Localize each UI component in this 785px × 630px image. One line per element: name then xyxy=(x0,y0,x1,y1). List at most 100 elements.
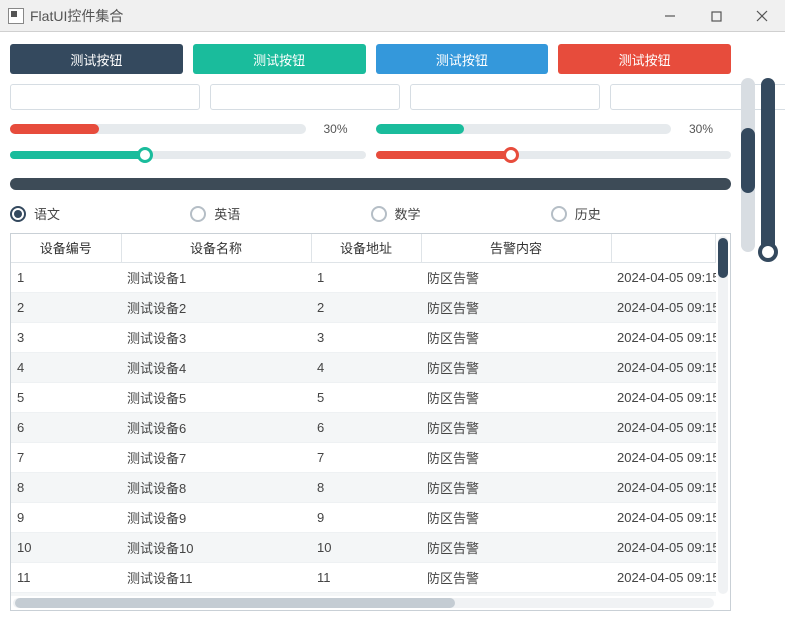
radio-label: 语文 xyxy=(34,204,60,223)
input-row xyxy=(10,84,731,110)
table-row[interactable]: 1测试设备11防区告警2024-04-05 09:15:09 xyxy=(11,262,716,292)
titlebar: FlatUI控件集合 xyxy=(0,0,785,32)
radio-label: 数学 xyxy=(395,204,421,223)
col-header-time[interactable] xyxy=(611,234,716,262)
cell-alarm: 防区告警 xyxy=(421,562,611,592)
cell-id: 9 xyxy=(11,502,121,532)
table-horizontal-scrollbar[interactable] xyxy=(13,598,714,608)
slider-right-track xyxy=(376,151,732,159)
close-button[interactable] xyxy=(739,0,785,32)
cell-time: 2024-04-05 09:15:09 xyxy=(611,532,716,562)
cell-name: 测试设备2 xyxy=(121,292,311,322)
cell-name: 测试设备6 xyxy=(121,412,311,442)
test-button-green[interactable]: 测试按钮 xyxy=(193,44,366,74)
progress-row: 30% 30% xyxy=(10,122,731,136)
col-header-name[interactable]: 设备名称 xyxy=(121,234,311,262)
cell-addr: 5 xyxy=(311,382,421,412)
progress-right-label: 30% xyxy=(671,122,731,136)
table-row[interactable]: 12测试设备1212防区告警2024-04-05 09:15:09 xyxy=(11,592,716,596)
maximize-button[interactable] xyxy=(693,0,739,32)
cell-alarm: 防区告警 xyxy=(421,502,611,532)
cell-id: 8 xyxy=(11,472,121,502)
test-button-navy[interactable]: 测试按钮 xyxy=(10,44,183,74)
table-row[interactable]: 10测试设备1010防区告警2024-04-05 09:15:09 xyxy=(11,532,716,562)
cell-alarm: 防区告警 xyxy=(421,262,611,292)
vertical-slider-right[interactable] xyxy=(761,78,775,252)
cell-alarm: 防区告警 xyxy=(421,472,611,502)
slider-right[interactable] xyxy=(376,146,732,164)
text-input-3[interactable] xyxy=(410,84,600,110)
table-row[interactable]: 3测试设备33防区告警2024-04-05 09:15:09 xyxy=(11,322,716,352)
slider-left-thumb[interactable] xyxy=(137,147,153,163)
radio-yingyu[interactable]: 英语 xyxy=(190,204,370,223)
text-input-1[interactable] xyxy=(10,84,200,110)
radio-icon xyxy=(10,206,26,222)
col-header-addr[interactable]: 设备地址 xyxy=(311,234,421,262)
cell-time: 2024-04-05 09:15:09 xyxy=(611,352,716,382)
radio-lishi[interactable]: 历史 xyxy=(551,204,731,223)
table-row[interactable]: 6测试设备66防区告警2024-04-05 09:15:09 xyxy=(11,412,716,442)
cell-time: 2024-04-05 09:15:09 xyxy=(611,412,716,442)
test-button-red[interactable]: 测试按钮 xyxy=(558,44,731,74)
cell-name: 测试设备8 xyxy=(121,472,311,502)
progress-left: 30% xyxy=(10,122,366,136)
slider-right-fill xyxy=(376,151,511,159)
cell-time: 2024-04-05 09:15:09 xyxy=(611,322,716,352)
table-row[interactable]: 9测试设备99防区告警2024-04-05 09:15:09 xyxy=(11,502,716,532)
table-row[interactable]: 5测试设备55防区告警2024-04-05 09:15:09 xyxy=(11,382,716,412)
vertical-slider-right-thumb[interactable] xyxy=(758,242,778,262)
slider-left[interactable] xyxy=(10,146,366,164)
cell-name: 测试设备9 xyxy=(121,502,311,532)
radio-row: 语文 英语 数学 历史 xyxy=(10,204,731,223)
slider-left-fill xyxy=(10,151,145,159)
text-input-4[interactable] xyxy=(610,84,785,110)
table-row[interactable]: 4测试设备44防区告警2024-04-05 09:15:09 xyxy=(11,352,716,382)
cell-addr: 3 xyxy=(311,322,421,352)
table-header-row: 设备编号 设备名称 设备地址 告警内容 xyxy=(11,234,716,262)
radio-icon xyxy=(371,206,387,222)
cell-id: 6 xyxy=(11,412,121,442)
cell-name: 测试设备5 xyxy=(121,382,311,412)
radio-yuwen[interactable]: 语文 xyxy=(10,204,190,223)
radio-label: 英语 xyxy=(214,204,240,223)
cell-alarm: 防区告警 xyxy=(421,292,611,322)
col-header-alarm[interactable]: 告警内容 xyxy=(421,234,611,262)
cell-id: 3 xyxy=(11,322,121,352)
cell-alarm: 防区告警 xyxy=(421,322,611,352)
cell-addr: 1 xyxy=(311,262,421,292)
table-horizontal-scrollbar-thumb[interactable] xyxy=(15,598,455,608)
cell-id: 4 xyxy=(11,352,121,382)
cell-alarm: 防区告警 xyxy=(421,412,611,442)
vertical-scrollbar-left[interactable] xyxy=(741,78,755,252)
progress-right-fill xyxy=(376,124,465,134)
test-button-blue[interactable]: 测试按钮 xyxy=(376,44,549,74)
vertical-scrollbar-left-thumb[interactable] xyxy=(741,128,755,193)
minimize-button[interactable] xyxy=(647,0,693,32)
cell-alarm: 防区告警 xyxy=(421,382,611,412)
wide-progress-bar[interactable] xyxy=(10,178,731,190)
app-icon xyxy=(8,8,24,24)
progress-left-label: 30% xyxy=(306,122,366,136)
progress-left-track xyxy=(10,124,306,134)
col-header-id[interactable]: 设备编号 xyxy=(11,234,121,262)
progress-right: 30% xyxy=(376,122,732,136)
radio-shuxue[interactable]: 数学 xyxy=(371,204,551,223)
radio-label: 历史 xyxy=(575,204,601,223)
table-row[interactable]: 11测试设备1111防区告警2024-04-05 09:15:09 xyxy=(11,562,716,592)
table-row[interactable]: 7测试设备77防区告警2024-04-05 09:15:09 xyxy=(11,442,716,472)
slider-right-thumb[interactable] xyxy=(503,147,519,163)
cell-addr: 12 xyxy=(311,592,421,596)
table-row[interactable]: 8测试设备88防区告警2024-04-05 09:15:09 xyxy=(11,472,716,502)
table-vertical-scrollbar[interactable] xyxy=(718,236,728,594)
cell-id: 11 xyxy=(11,562,121,592)
cell-id: 5 xyxy=(11,382,121,412)
slider-left-track xyxy=(10,151,366,159)
cell-alarm: 防区告警 xyxy=(421,592,611,596)
cell-name: 测试设备12 xyxy=(121,592,311,596)
table-row[interactable]: 2测试设备22防区告警2024-04-05 09:15:09 xyxy=(11,292,716,322)
table-vertical-scrollbar-thumb[interactable] xyxy=(718,238,728,278)
cell-alarm: 防区告警 xyxy=(421,442,611,472)
progress-left-fill xyxy=(10,124,99,134)
progress-right-track xyxy=(376,124,672,134)
text-input-2[interactable] xyxy=(210,84,400,110)
